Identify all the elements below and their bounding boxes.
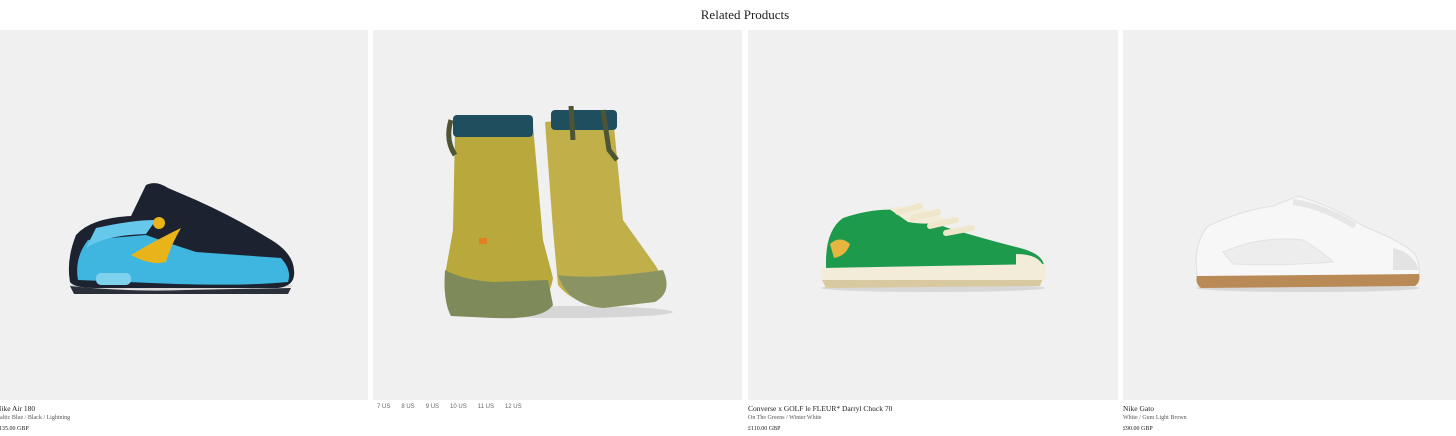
product-card-nike-air-180[interactable]: Nike Air 180 Baltic Blue / Black / Light… (0, 30, 368, 436)
product-price: £90.00 GBP (1123, 426, 1153, 432)
product-name[interactable]: Nike Air 180 (0, 404, 368, 414)
size-option[interactable]: 12 US (505, 404, 522, 410)
product-card-nike-gato[interactable]: Nike Gato White / Gum Light Brown £90.00… (1123, 30, 1456, 436)
product-variant: Baltic Blue / Black / Lightning (0, 415, 71, 421)
green-sneaker-image (821, 203, 1047, 292)
product-card-converse[interactable]: Converse x GOLF le FLEUR* Darryl Chuck 7… (748, 30, 1118, 436)
product-image[interactable] (373, 30, 742, 400)
product-image[interactable] (1123, 30, 1456, 400)
product-image[interactable] (748, 30, 1118, 400)
product-name[interactable]: Nike Gato (1123, 404, 1456, 414)
size-option[interactable]: 8 US (401, 404, 414, 410)
olive-boot-image (444, 105, 673, 319)
size-option[interactable]: 11 US (478, 404, 494, 410)
white-sneaker-image (1195, 195, 1420, 292)
product-image[interactable] (0, 30, 368, 400)
product-card-boot[interactable]: 7 US 8 US 9 US 10 US 11 US 12 US (373, 30, 742, 436)
product-price: £135.00 GBP (0, 426, 29, 432)
section-title: Related Products (700, 7, 790, 22)
size-option[interactable]: 9 US (426, 404, 439, 410)
size-option[interactable]: 10 US (450, 404, 467, 410)
blue-sneaker-image (68, 183, 295, 294)
product-variant: White / Gum Light Brown (1123, 415, 1187, 421)
size-options: 7 US 8 US 9 US 10 US 11 US 12 US (377, 404, 746, 410)
product-name[interactable]: Converse x GOLF le FLEUR* Darryl Chuck 7… (748, 404, 1118, 414)
size-option[interactable]: 7 US (377, 404, 390, 410)
product-variant: On The Greens / Winter White (748, 415, 822, 421)
product-price: £110.00 GBP (748, 426, 781, 432)
